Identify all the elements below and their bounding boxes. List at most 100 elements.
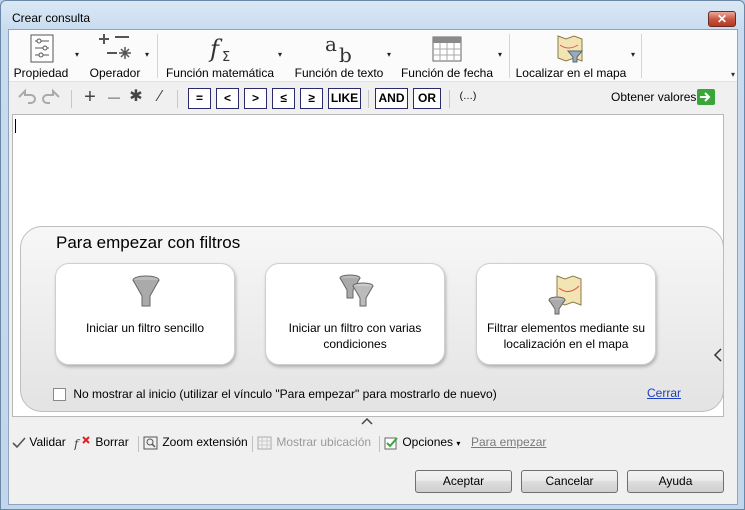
or-button[interactable]: OR [413,88,441,109]
property-button[interactable]: Propiedad [11,30,71,82]
math-function-button[interactable]: f Σ Función matemática [161,30,279,82]
minus-button[interactable]: — [105,88,123,108]
multi-condition-filter-text: Iniciar un filtro con varias condiciones [288,321,422,351]
svg-text:a: a [325,33,337,56]
operator-toolbar: + — ✱ ∕ = < > ≤ ≥ LIKE AND OR (…) Obtene… [9,84,737,112]
math-dropdown-icon[interactable]: ▾ [278,50,282,59]
ribbon: Propiedad ▾ Operador ▾ f Σ Función matem… [9,30,737,82]
map-funnel-icon [548,275,582,315]
multi-condition-filter-card[interactable]: Iniciar un filtro con varias condiciones [265,263,445,365]
close-button[interactable]: ✕ [708,11,736,27]
location-filter-text: Filtrar elementos mediante su localizaci… [486,321,646,351]
get-values-button[interactable]: Obtener valores [611,88,715,108]
multiply-button[interactable]: ✱ [127,88,145,108]
statusbar-separator [138,436,139,452]
chevron-left-icon[interactable] [712,347,724,363]
options-label: Opciones [402,435,454,449]
validate-label: Validar [29,435,66,449]
text-function-label: Función de texto [294,66,384,80]
operator-label: Operador [89,66,141,80]
less-than-button[interactable]: < [216,88,239,109]
action-bar: Validar f Borrar Zoom extensión Mostrar … [12,432,732,454]
date-dropdown-icon[interactable]: ▾ [498,50,502,59]
undo-icon[interactable] [15,88,37,108]
accept-button[interactable]: Aceptar [415,470,512,493]
show-location-label: Mostrar ubicación [276,435,372,449]
title-bar[interactable]: Crear consulta ✕ [1,1,744,29]
cancel-button[interactable]: Cancelar [521,470,618,493]
dont-show-checkbox[interactable] [53,388,66,402]
simple-filter-text: Iniciar un filtro sencillo [85,321,205,335]
close-panel-link[interactable]: Cerrar [647,386,681,400]
chevron-up-icon[interactable] [360,416,374,426]
property-icon [30,34,54,63]
equals-button[interactable]: = [188,88,211,109]
expression-editor[interactable]: Para empezar con filtros Iniciar un filt… [12,114,724,417]
show-location-icon [257,436,272,450]
text-function-icon: a b [325,33,352,65]
ribbon-more-icon[interactable]: ▾ [731,70,735,79]
dialog-client: Propiedad ▾ Operador ▾ f Σ Función matem… [8,29,738,505]
like-button[interactable]: LIKE [328,88,361,109]
date-function-button[interactable]: Función de fecha [399,30,495,82]
clear-formula-icon: f [73,436,90,451]
options-button[interactable]: Opciones ▾ [384,435,460,450]
divide-button[interactable]: ∕ [151,88,169,108]
statusbar-separator [252,436,253,452]
less-equal-button[interactable]: ≤ [272,88,295,109]
operator-dropdown-icon[interactable]: ▾ [145,50,149,59]
zoom-extent-button[interactable]: Zoom extensión [143,435,248,450]
statusbar-separator [379,436,380,452]
toolbar-separator [177,90,178,108]
clear-label: Borrar [95,435,129,449]
ribbon-separator [641,34,642,78]
ribbon-separator [509,34,510,78]
svg-text:f: f [208,35,223,63]
get-values-label: Obtener valores [611,90,697,104]
svg-text:f: f [74,437,81,450]
and-button[interactable]: AND [375,88,408,109]
text-function-button[interactable]: a b Función de texto [291,30,387,82]
checkmark-icon [12,437,26,448]
text-dropdown-icon[interactable]: ▾ [387,50,391,59]
dont-show-label: No mostrar al inicio (utilizar el víncul… [73,387,497,401]
options-checkbox-icon [384,437,398,450]
simple-filter-card[interactable]: Iniciar un filtro sencillo [55,263,235,365]
plus-button[interactable]: + [81,87,99,108]
operator-icon [99,34,131,59]
svg-text:b: b [339,43,352,65]
math-function-label: Función matemática [165,66,275,80]
dont-show-row[interactable]: No mostrar al inicio (utilizar el víncul… [53,387,497,402]
location-filter-card[interactable]: Filtrar elementos mediante su localizaci… [476,263,656,365]
options-dropdown-icon: ▾ [456,439,461,448]
dialog-window: Crear consulta ✕ Propiedad ▾ Operador ▾ … [0,0,745,510]
funnel-icon [132,275,160,307]
svg-text:Σ: Σ [222,50,230,65]
zoom-extent-label: Zoom extensión [162,435,248,449]
help-button[interactable]: Ayuda [627,470,724,493]
redo-icon[interactable] [41,88,63,108]
operator-button[interactable]: Operador [85,30,145,82]
locate-on-map-label: Localizar en el mapa [515,66,627,80]
get-started-link[interactable]: Para empezar [471,435,546,449]
greater-than-button[interactable]: > [244,88,267,109]
show-location-button[interactable]: Mostrar ubicación [257,435,371,450]
ribbon-separator [157,34,158,78]
calendar-icon [432,36,462,62]
multiple-funnels-icon [339,274,374,307]
map-filter-icon [557,35,584,63]
date-function-label: Función de fecha [400,66,494,80]
locate-on-map-button[interactable]: Localizar en el mapa [514,30,628,82]
validate-button[interactable]: Validar [12,435,66,449]
zoom-extent-icon [143,436,158,450]
greater-equal-button[interactable]: ≥ [300,88,323,109]
get-started-title: Para empezar con filtros [56,233,241,252]
locate-dropdown-icon[interactable]: ▾ [631,50,635,59]
toolbar-separator [71,90,72,108]
parentheses-button[interactable]: (…) [457,88,479,108]
clear-button[interactable]: f Borrar [73,435,129,451]
window-title: Crear consulta [12,11,91,25]
toolbar-separator [368,90,369,108]
property-dropdown-icon[interactable]: ▾ [75,50,79,59]
math-function-icon: f Σ [208,35,230,65]
